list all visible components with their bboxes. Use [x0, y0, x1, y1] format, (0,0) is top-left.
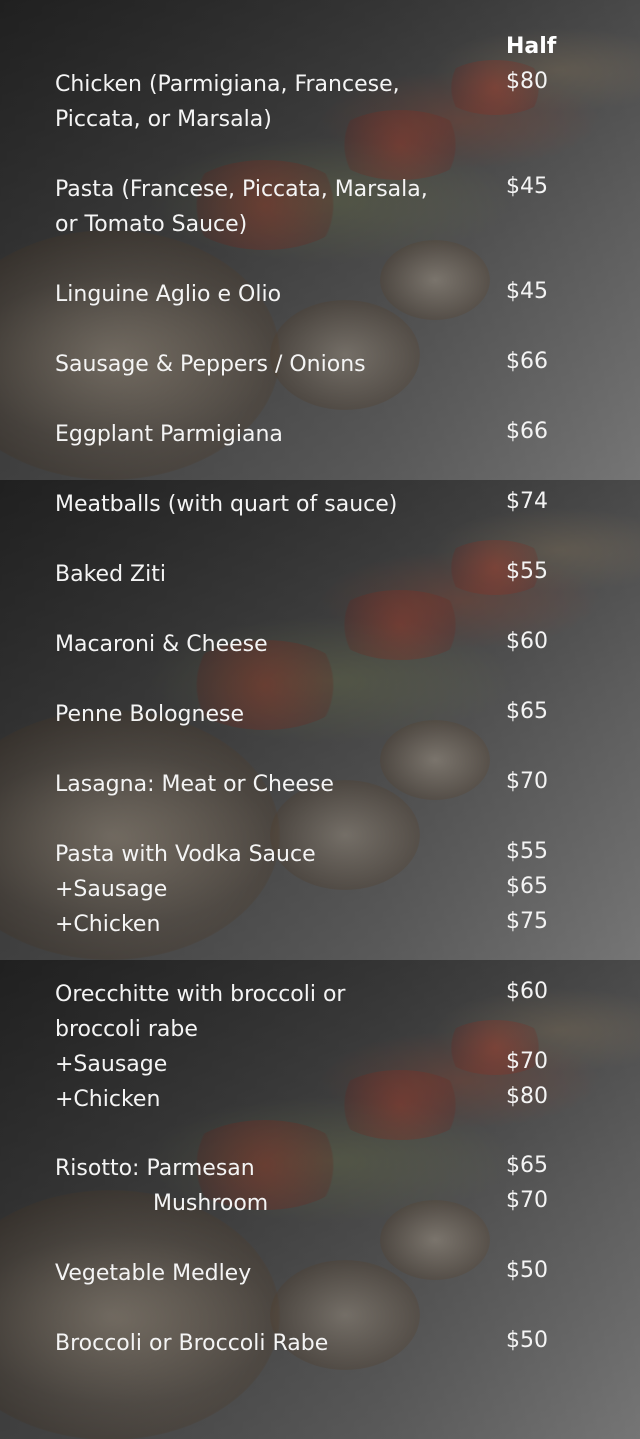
menu-item-price: $70	[506, 769, 548, 794]
menu-item-name-line2: or Tomato Sauce)	[55, 212, 248, 237]
menu-item-price: $45	[506, 279, 548, 304]
menu-item-addon: +Sausage	[55, 1052, 168, 1077]
menu-item-variant-price: $70	[506, 1188, 548, 1213]
menu-item-name: Macaroni & Cheese	[55, 632, 268, 657]
menu-item-price: $66	[506, 349, 548, 374]
menu-item-name: Chicken (Parmigiana, Francese,	[55, 72, 400, 97]
menu-item-price: $80	[506, 69, 548, 94]
price-column-header: Half	[506, 34, 557, 59]
menu-item-price: $50	[506, 1328, 548, 1353]
menu-item-addon: +Chicken	[55, 1087, 161, 1112]
menu-item-name: Penne Bolognese	[55, 702, 244, 727]
menu-item-name: Pasta (Francese, Piccata, Marsala,	[55, 177, 428, 202]
menu-item-price: $55	[506, 559, 548, 584]
menu-item-price: $60	[506, 629, 548, 654]
menu-item-name: Risotto: Parmesan	[55, 1156, 255, 1181]
menu-item-addon: +Sausage	[55, 877, 168, 902]
menu-item-name: Eggplant Parmigiana	[55, 422, 283, 447]
menu-item-addon-price: $70	[506, 1049, 548, 1074]
menu-item-name: Vegetable Medley	[55, 1261, 252, 1286]
menu-item-name-line2: Piccata, or Marsala)	[55, 107, 272, 132]
menu-item-price: $65	[506, 699, 548, 724]
menu-item-addon-price: $80	[506, 1084, 548, 1109]
menu-item-addon-price: $75	[506, 909, 548, 934]
menu-item-name: Pasta with Vodka Sauce	[55, 842, 316, 867]
menu-item-addon: +Chicken	[55, 912, 161, 937]
menu-item-variant: Mushroom	[153, 1191, 269, 1216]
menu-item-price: $65	[506, 1153, 548, 1178]
menu-item-name: Sausage & Peppers / Onions	[55, 352, 366, 377]
menu-item-price: $45	[506, 174, 548, 199]
menu-item-price: $50	[506, 1258, 548, 1283]
menu-item-name-line2: broccoli rabe	[55, 1017, 198, 1042]
menu-item-name: Lasagna: Meat or Cheese	[55, 772, 334, 797]
menu-item-name: Baked Ziti	[55, 562, 166, 587]
menu-item-price: $74	[506, 489, 548, 514]
menu-item-name: Orecchitte with broccoli or	[55, 982, 346, 1007]
menu-item-price: $60	[506, 979, 548, 1004]
menu-item-addon-price: $65	[506, 874, 548, 899]
menu-item-price: $55	[506, 839, 548, 864]
menu-item-name: Meatballs (with quart of sauce)	[55, 492, 398, 517]
menu-item-name: Broccoli or Broccoli Rabe	[55, 1331, 329, 1356]
menu-item-price: $66	[506, 419, 548, 444]
menu-item-name: Linguine Aglio e Olio	[55, 282, 282, 307]
